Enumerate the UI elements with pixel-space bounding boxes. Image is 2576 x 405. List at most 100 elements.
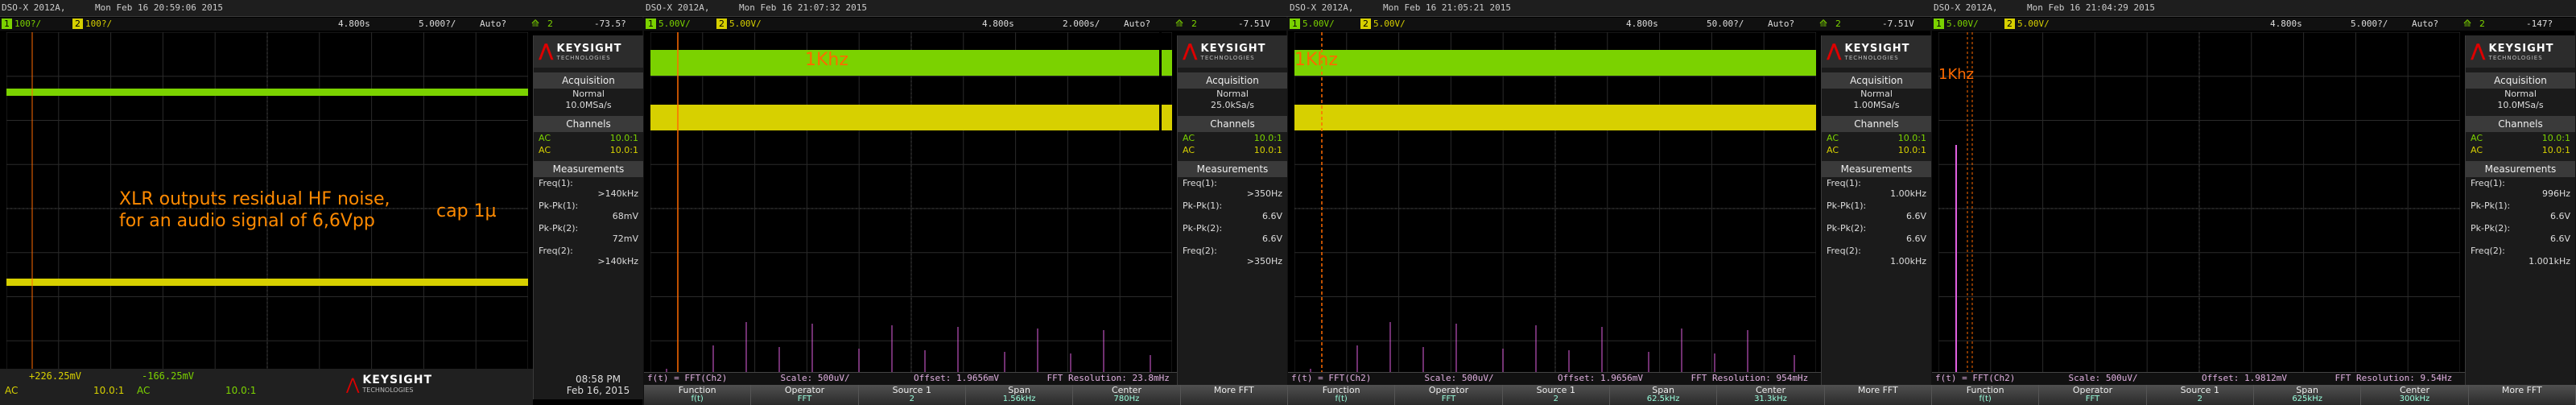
- measurements-header[interactable]: Measurements: [1178, 161, 1287, 177]
- channels-header[interactable]: Channels: [2466, 116, 2575, 132]
- ch2-coupling: AC: [1183, 145, 1195, 155]
- fft-info-item: Scale: 500uV/: [1424, 373, 1494, 383]
- trigger-level[interactable]: -7.51V: [1882, 19, 1914, 29]
- softkey-function[interactable]: Function f(t): [644, 385, 752, 405]
- trigger-level[interactable]: -147?: [2526, 19, 2553, 29]
- waveform-display[interactable]: [650, 31, 1173, 386]
- trigger-mode[interactable]: Auto?: [1768, 19, 1794, 29]
- brand-name: KEYSIGHT: [556, 42, 622, 55]
- ch1-probe: 10.0:1: [609, 133, 638, 143]
- time-position[interactable]: 4.800s: [1626, 19, 1658, 29]
- ch2-scale[interactable]: 5.00V/: [2017, 19, 2050, 29]
- softkey-label: Function: [1966, 385, 2004, 395]
- brand-sub: TECHNOLOGIES: [2488, 54, 2543, 61]
- channel-scale-row: 1 5.00V/2 5.00V/4.800s 50.00?/Auto? ⟰ 2 -7.51V: [1288, 18, 1932, 31]
- ch2-trace: [650, 105, 1172, 130]
- softkey-span[interactable]: Span 62.5kHz: [1609, 385, 1718, 405]
- time-scale[interactable]: 50.00?/: [1707, 19, 1744, 29]
- measurement-item: Freq(2): >350Hz: [1178, 245, 1287, 267]
- ch2-scale[interactable]: 100?/: [85, 19, 112, 29]
- measurements-header[interactable]: Measurements: [1822, 161, 1931, 177]
- ch2-badge[interactable]: 2: [2004, 19, 2015, 29]
- ch2-scale[interactable]: 5.00V/: [1373, 19, 1406, 29]
- ch1-scale[interactable]: 5.00V/: [1302, 19, 1335, 29]
- ch1-badge[interactable]: 1: [1934, 19, 1944, 29]
- acquisition-header[interactable]: Acquisition: [1822, 72, 1931, 89]
- softkey-label: Center: [1755, 385, 1785, 395]
- ch2-scale[interactable]: 5.00V/: [729, 19, 762, 29]
- softkey-more-fft[interactable]: More FFT: [1180, 385, 1288, 405]
- ch1-badge[interactable]: 1: [2, 19, 12, 29]
- softkey-center[interactable]: Center 300kHz: [2361, 385, 2469, 405]
- keysight-mark-icon: ⋀: [346, 374, 360, 394]
- ch1-scale[interactable]: 5.00V/: [658, 19, 691, 29]
- measurement-label: Pk-Pk(2):: [1827, 223, 1867, 233]
- ch1-scale[interactable]: 5.00V/: [1946, 19, 1979, 29]
- softkey-span[interactable]: Span 1.56kHz: [965, 385, 1074, 405]
- acquisition-header[interactable]: Acquisition: [1178, 72, 1287, 89]
- scope-screen-2: DSO-X 2012A, Mon Feb 16 21:07:32 2015 1 5.0…: [644, 0, 1288, 405]
- capture-date: Mon Feb 16 21:04:29 2015: [2027, 2, 2155, 13]
- time-scale[interactable]: 5.000?/: [419, 19, 456, 29]
- ch2-badge[interactable]: 2: [716, 19, 727, 29]
- ch1-trace: [1294, 50, 1816, 76]
- fft-info-item: FFT Resolution: 954mHz: [1690, 373, 1809, 383]
- softkey-center[interactable]: Center 780Hz: [1073, 385, 1181, 405]
- time-scale[interactable]: 2.000s/: [1063, 19, 1100, 29]
- measurement-item: Pk-Pk(2): 72mV: [534, 222, 643, 245]
- brand-name: KEYSIGHT: [1844, 42, 1910, 55]
- waveform-display[interactable]: [1294, 31, 1817, 386]
- softkey-source-1[interactable]: Source 12: [2146, 385, 2254, 405]
- softkey-function[interactable]: Function f(t): [1288, 385, 1396, 405]
- capture-date: Mon Feb 16 20:59:06 2015: [95, 2, 223, 13]
- ch2-coupling: AC: [2471, 145, 2483, 155]
- trigger-mode[interactable]: Auto?: [1124, 19, 1150, 29]
- measurement-item: Pk-Pk(1): 6.6V: [2466, 200, 2575, 222]
- ch1-badge[interactable]: 1: [1290, 19, 1300, 29]
- acquisition-header[interactable]: Acquisition: [2466, 72, 2575, 89]
- measurements-header[interactable]: Measurements: [534, 161, 643, 177]
- softkey-function[interactable]: Function f(t): [1932, 385, 2040, 405]
- cursor-a-probe: 10.0:1: [93, 385, 125, 396]
- softkey-more-fft[interactable]: More FFT: [2468, 385, 2576, 405]
- time-position[interactable]: 4.800s: [2270, 19, 2302, 29]
- trigger-level[interactable]: -7.51V: [1238, 19, 1270, 29]
- ch1-info: AC 10.0:1: [1178, 132, 1287, 144]
- ch2-badge[interactable]: 2: [1360, 19, 1371, 29]
- measurement-item: Freq(2): >140kHz: [534, 245, 643, 267]
- softkey-center[interactable]: Center 31.3kHz: [1717, 385, 1825, 405]
- measurements-header[interactable]: Measurements: [2466, 161, 2575, 177]
- softkey-operator[interactable]: Operator FFT: [1395, 385, 1503, 405]
- acquisition-header[interactable]: Acquisition: [534, 72, 643, 89]
- time-scale[interactable]: 5.000?/: [2351, 19, 2388, 29]
- softkey-operator[interactable]: Operator FFT: [751, 385, 859, 405]
- softkey-span[interactable]: Span 625kHz: [2253, 385, 2362, 405]
- annotation-line-1: XLR outputs residual HF noise,: [119, 189, 390, 209]
- softkey-operator[interactable]: Operator FFT: [2039, 385, 2147, 405]
- channels-header[interactable]: Channels: [534, 116, 643, 132]
- trigger-level[interactable]: -73.5?: [594, 19, 626, 29]
- measurement-value: >350Hz: [1246, 188, 1282, 199]
- channels-header[interactable]: Channels: [1178, 116, 1287, 132]
- trigger-mode[interactable]: Auto?: [480, 19, 506, 29]
- softkey-more-fft[interactable]: More FFT: [1824, 385, 1932, 405]
- time-position[interactable]: 4.800s: [982, 19, 1014, 29]
- channel-scale-row: 1 100?/2 100?/4.800s 5.000?/Auto? ⟰ 2 -73.5?: [0, 18, 644, 31]
- measurement-label: Freq(2):: [539, 246, 573, 256]
- waveform-display[interactable]: [1938, 31, 2461, 386]
- ch2-badge[interactable]: 2: [72, 19, 83, 29]
- scope-screen-3: DSO-X 2012A, Mon Feb 16 21:05:21 2015 1 5.0…: [1288, 0, 1932, 405]
- time-position[interactable]: 4.800s: [338, 19, 370, 29]
- ch1-badge[interactable]: 1: [646, 19, 656, 29]
- measurement-value: 1.00kHz: [1890, 188, 1926, 199]
- ch1-scale[interactable]: 100?/: [14, 19, 41, 29]
- trigger-mode[interactable]: Auto?: [2412, 19, 2438, 29]
- ch1-probe: 10.0:1: [2541, 133, 2570, 143]
- measurement-value: 6.6V: [1905, 233, 1926, 244]
- softkey-bar: Function f(t) Operator FFT Source 1 2 Span 1.56…: [644, 385, 1288, 405]
- softkey-source-1[interactable]: Source 12: [1502, 385, 1610, 405]
- measurement-label: Freq(1):: [1827, 178, 1861, 188]
- softkey-value: 300kHz: [2399, 395, 2430, 403]
- softkey-source-1[interactable]: Source 12: [858, 385, 966, 405]
- channels-header[interactable]: Channels: [1822, 116, 1931, 132]
